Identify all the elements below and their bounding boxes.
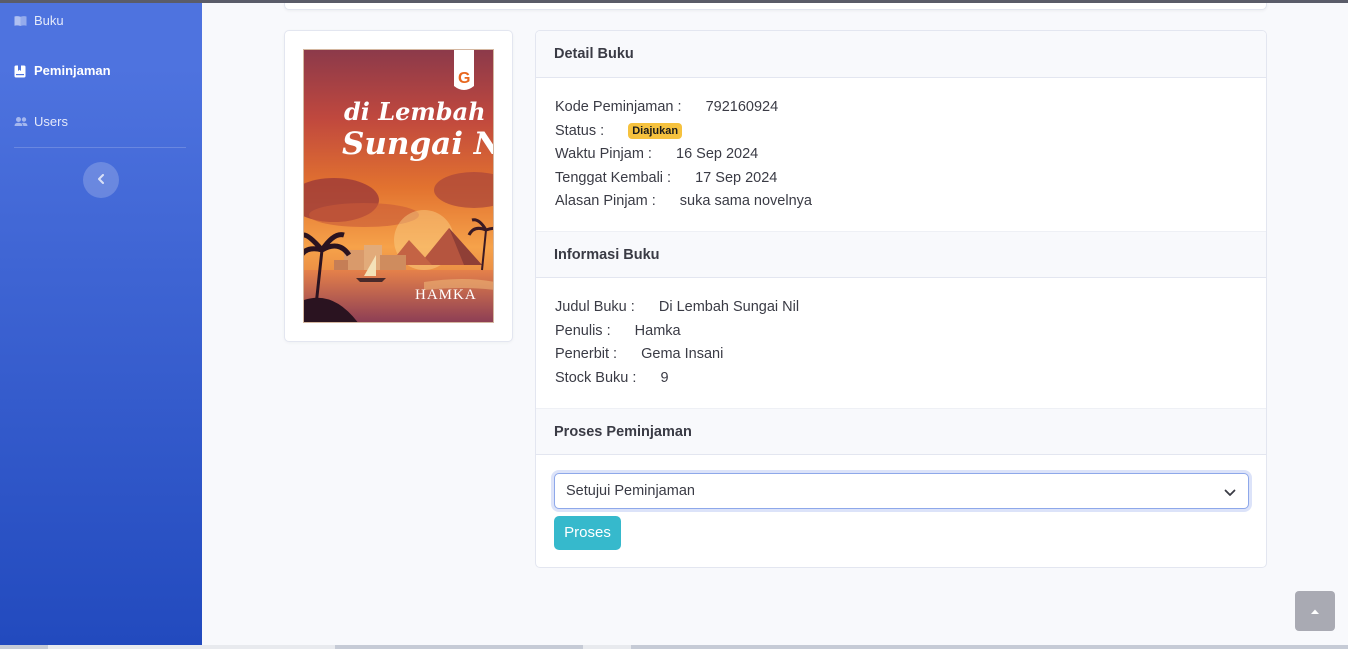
info-header: Informasi Buku bbox=[536, 231, 1266, 278]
loan-detail-card: Detail Buku Kode Peminjaman : 792160924 … bbox=[535, 30, 1267, 568]
proses-button[interactable]: Proses bbox=[554, 516, 621, 550]
status-row: Status : Diajukan bbox=[555, 123, 683, 139]
judul-row: Judul Buku : Di Lembah Sungai Nil bbox=[555, 299, 799, 315]
alasan-label: Alasan Pinjam : bbox=[555, 193, 656, 209]
book-icon bbox=[14, 15, 27, 27]
sidebar-item-label: Peminjaman bbox=[34, 63, 111, 78]
tenggat-kembali-row: Tenggat Kembali : 17 Sep 2024 bbox=[555, 170, 777, 186]
tenggat-label: Tenggat Kembali : bbox=[555, 170, 672, 186]
waktu-value: 16 Sep 2024 bbox=[676, 146, 759, 162]
sidebar-item-peminjaman[interactable]: Peminjaman bbox=[14, 63, 111, 78]
judul-value: Di Lembah Sungai Nil bbox=[658, 299, 800, 315]
cover-title-line1: di Lembah bbox=[344, 97, 486, 126]
sidebar-item-buku[interactable]: Buku bbox=[14, 13, 64, 28]
status-badge: Diajukan bbox=[628, 123, 683, 139]
bookmark-icon bbox=[14, 65, 27, 77]
cover-author: HAMKA bbox=[415, 287, 477, 303]
kode-value: 792160924 bbox=[705, 99, 779, 115]
chevron-down-icon bbox=[1224, 485, 1236, 501]
penerbit-row: Penerbit : Gema Insani bbox=[555, 346, 723, 362]
proses-select-value: Setujui Peminjaman bbox=[566, 483, 695, 499]
publisher-logo: G bbox=[458, 70, 470, 87]
cover-title-line2: Sungai Nil bbox=[342, 126, 494, 162]
penulis-row: Penulis : Hamka bbox=[555, 323, 681, 339]
penerbit-value: Gema Insani bbox=[641, 346, 724, 362]
sidebar: Buku Peminjaman Users bbox=[0, 3, 202, 645]
alasan-value: suka sama novelnya bbox=[679, 193, 812, 209]
taskbar-segment bbox=[48, 645, 335, 649]
sidebar-divider bbox=[14, 147, 186, 148]
taskbar-segment bbox=[583, 645, 631, 649]
sidebar-toggle-button[interactable] bbox=[83, 162, 119, 198]
penulis-label: Penulis : bbox=[555, 323, 611, 339]
chevron-up-icon bbox=[1310, 602, 1320, 620]
waktu-pinjam-row: Waktu Pinjam : 16 Sep 2024 bbox=[555, 146, 758, 162]
kode-label: Kode Peminjaman : bbox=[555, 99, 682, 115]
book-cover-image: di Lembah Sungai Nil HAMKA G bbox=[303, 49, 494, 323]
taskbar-strip bbox=[0, 645, 1348, 649]
kode-peminjaman-row: Kode Peminjaman : 792160924 bbox=[555, 99, 778, 115]
proses-header: Proses Peminjaman bbox=[536, 408, 1266, 455]
sidebar-item-users[interactable]: Users bbox=[14, 114, 68, 129]
penulis-value: Hamka bbox=[634, 323, 681, 339]
stock-value: 9 bbox=[660, 370, 669, 386]
proses-select[interactable]: Setujui Peminjaman bbox=[554, 473, 1249, 509]
detail-header: Detail Buku bbox=[536, 31, 1266, 78]
judul-label: Judul Buku : bbox=[555, 299, 635, 315]
book-cover-card: di Lembah Sungai Nil HAMKA G bbox=[284, 30, 513, 342]
users-icon bbox=[14, 116, 28, 128]
stock-label: Stock Buku : bbox=[555, 370, 637, 386]
alasan-pinjam-row: Alasan Pinjam : suka sama novelnya bbox=[555, 193, 812, 209]
tenggat-value: 17 Sep 2024 bbox=[695, 170, 778, 186]
status-label: Status : bbox=[555, 123, 605, 139]
previous-card-edge bbox=[284, 3, 1267, 10]
scroll-to-top-button[interactable] bbox=[1295, 591, 1335, 631]
sidebar-item-label: Buku bbox=[34, 13, 64, 28]
stock-row: Stock Buku : 9 bbox=[555, 370, 669, 386]
penerbit-label: Penerbit : bbox=[555, 346, 618, 362]
sidebar-item-label: Users bbox=[34, 114, 68, 129]
chevron-left-icon bbox=[97, 171, 105, 189]
waktu-label: Waktu Pinjam : bbox=[555, 146, 652, 162]
